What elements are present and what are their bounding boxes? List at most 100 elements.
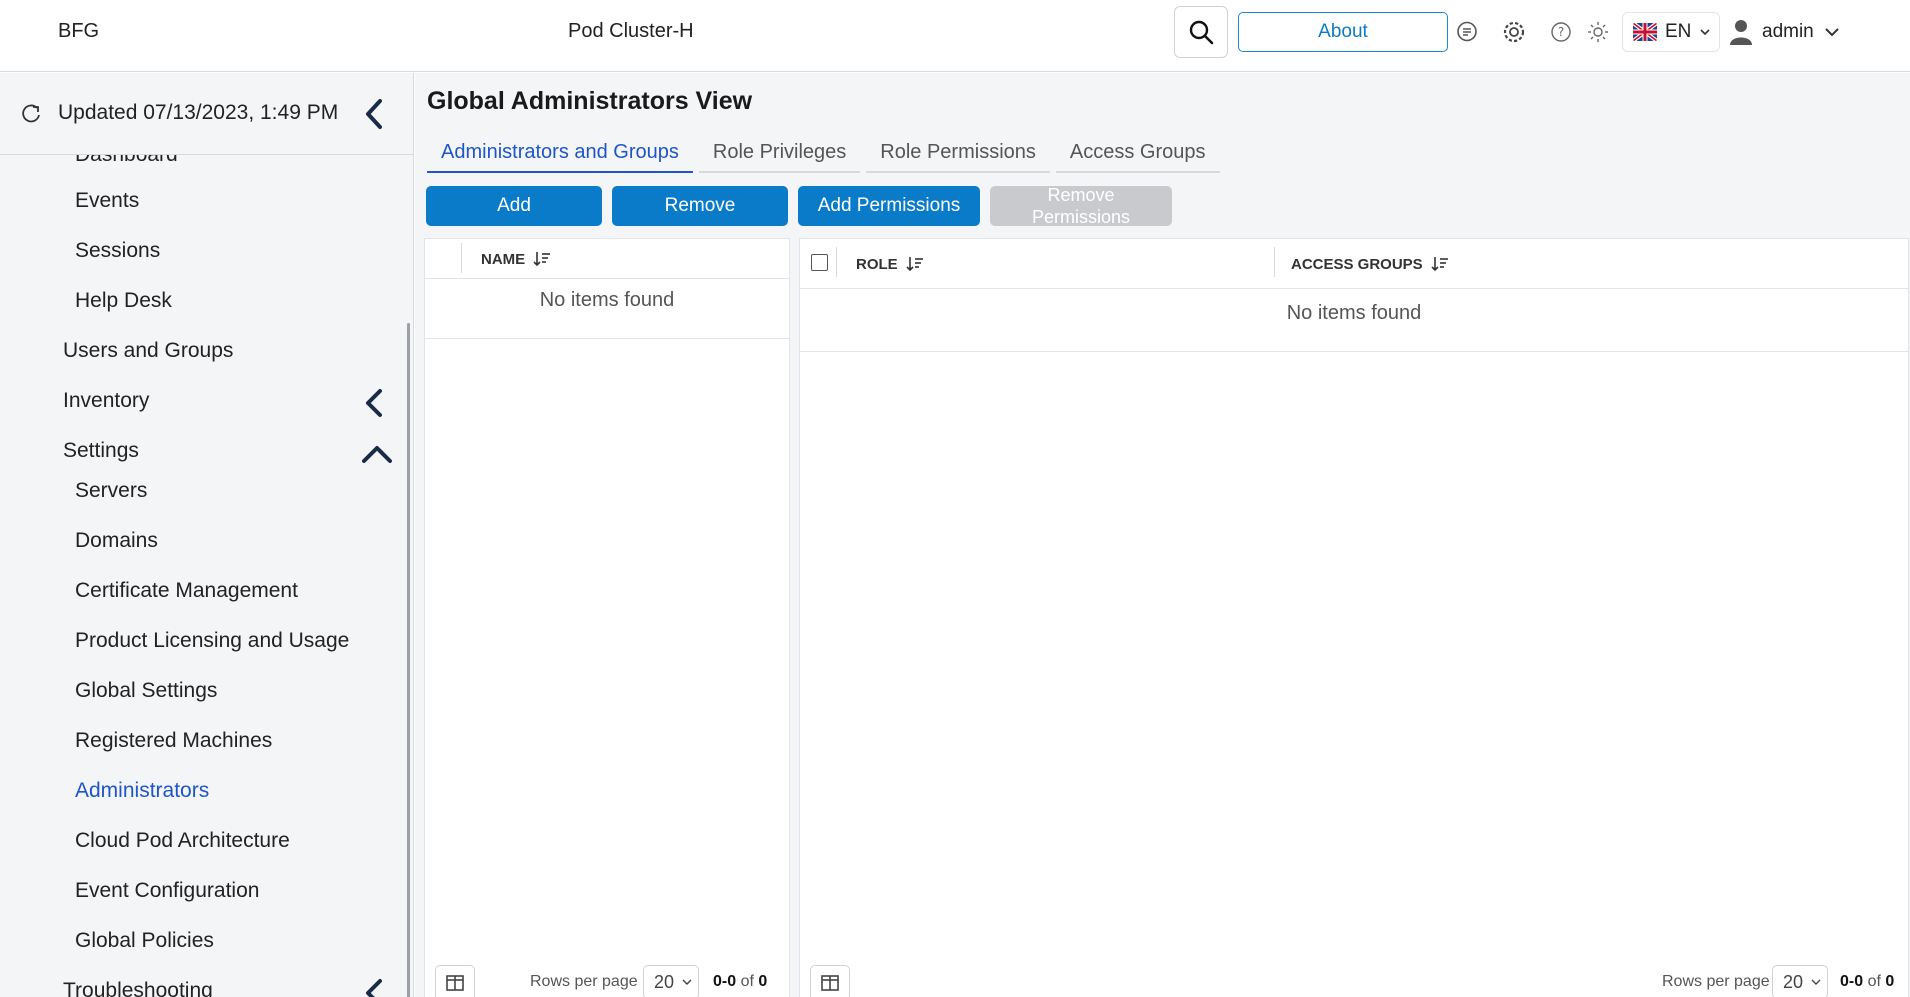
rows-per-page-value: 20 [654, 971, 675, 992]
rows-per-page-select[interactable]: 20 [1772, 965, 1828, 997]
sidebar-item-registered-machines[interactable]: Registered Machines [0, 719, 408, 763]
chevron-down-icon [1811, 979, 1821, 985]
column-header-access-groups[interactable]: ACCESS GROUPS [1291, 239, 1449, 289]
sun-icon [1588, 22, 1608, 42]
chevron-left-icon [366, 99, 382, 129]
add-button[interactable]: Add [426, 186, 602, 226]
language-selector[interactable]: EN [1622, 12, 1720, 52]
row-divider [800, 351, 1908, 352]
main-content: Global Administrators View Administrator… [415, 73, 1910, 997]
cluster-name: Pod Cluster-H [568, 20, 694, 42]
search-button[interactable] [1174, 6, 1228, 58]
sidebar-item-administrators[interactable]: Administrators [0, 769, 408, 813]
language-label: EN [1665, 21, 1692, 42]
of-label: of [1867, 973, 1881, 990]
page-title: Global Administrators View [427, 87, 753, 115]
chevron-left-icon [360, 977, 388, 997]
table-header: NAME [425, 239, 789, 279]
sidebar-item-inventory[interactable]: Inventory [0, 379, 408, 423]
about-button[interactable]: About [1238, 12, 1448, 52]
help-button[interactable]: ? [1547, 18, 1575, 46]
sidebar-item-troubleshooting[interactable]: Troubleshooting [0, 969, 408, 997]
rows-per-page-select[interactable]: 20 [643, 965, 699, 997]
tab-administrators-and-groups[interactable]: Administrators and Groups [427, 133, 693, 173]
column-divider [461, 243, 462, 273]
remove-button[interactable]: Remove [612, 186, 788, 226]
pagination-range: 0-0 of 0 [1840, 973, 1894, 991]
columns-icon [821, 975, 839, 991]
chat-button[interactable] [1453, 18, 1481, 46]
sidebar-item-event-configuration[interactable]: Event Configuration [0, 869, 408, 913]
tab-access-groups[interactable]: Access Groups [1055, 133, 1220, 173]
sidebar-item-cloud-pod-architecture[interactable]: Cloud Pod Architecture [0, 819, 408, 863]
chevron-left-icon [360, 387, 388, 425]
remove-permissions-button[interactable]: Remove Permissions [990, 185, 1172, 227]
sidebar-item-events[interactable]: Events [0, 179, 408, 223]
user-menu[interactable]: admin [1730, 12, 1840, 52]
sidebar-item-servers[interactable]: Servers [0, 469, 408, 513]
pagination-range: 0-0 of 0 [713, 973, 767, 991]
sort-icon [533, 252, 551, 267]
search-icon [1189, 20, 1214, 45]
rows-per-page-label: Rows per page [530, 973, 638, 990]
sidebar-item-domains[interactable]: Domains [0, 519, 408, 563]
settings-button[interactable] [1500, 18, 1528, 46]
svg-text:?: ? [1558, 25, 1564, 39]
total-value: 0 [1885, 973, 1895, 990]
sidebar-item-settings[interactable]: Settings [0, 429, 408, 473]
rows-per-page-label: Rows per page [1662, 973, 1770, 990]
table-header: ROLE ACCESS GROUPS [800, 239, 1908, 289]
sidebar-item-sessions[interactable]: Sessions [0, 229, 408, 273]
updated-bar: Updated 07/13/2023, 1:49 PM [0, 73, 413, 155]
range-value: 0-0 [1840, 973, 1864, 990]
user-name: admin [1762, 21, 1814, 42]
remove-permissions-label-line1: Remove [1047, 185, 1115, 205]
column-header-name[interactable]: NAME [481, 239, 551, 279]
column-label: ROLE [856, 255, 898, 273]
gear-icon [1503, 21, 1525, 43]
administrators-table: NAME No items found Rows per page 20 0-0… [424, 238, 790, 997]
columns-icon [446, 975, 464, 991]
table-footer: Rows per page 20 0-0 of 0 [425, 957, 789, 997]
column-toggle-button[interactable] [435, 965, 475, 997]
of-label: of [740, 973, 754, 990]
top-header: BFG Pod Cluster-H About ? EN admin [0, 0, 1910, 72]
column-header-role[interactable]: ROLE [856, 239, 924, 289]
sidebar: Updated 07/13/2023, 1:49 PM Dashboard Ev… [0, 73, 414, 997]
sidebar-item-global-policies[interactable]: Global Policies [0, 919, 408, 963]
range-value: 0-0 [713, 973, 737, 990]
brand-label: BFG [58, 20, 100, 42]
tab-role-permissions[interactable]: Role Permissions [866, 133, 1050, 173]
column-toggle-button[interactable] [810, 965, 850, 997]
updated-timestamp: Updated 07/13/2023, 1:49 PM [58, 101, 339, 124]
help-icon: ? [1551, 22, 1571, 42]
theme-toggle[interactable] [1584, 18, 1612, 46]
column-label: ACCESS GROUPS [1291, 255, 1423, 273]
rows-per-page-value: 20 [1783, 971, 1804, 992]
tab-bar: Administrators and Groups Role Privilege… [427, 133, 1226, 173]
user-icon [1730, 20, 1752, 45]
tab-role-privileges[interactable]: Role Privileges [698, 133, 861, 173]
empty-message: No items found [539, 289, 675, 311]
sidebar-item-users-and-groups[interactable]: Users and Groups [0, 329, 408, 373]
add-permissions-button[interactable]: Add Permissions [798, 186, 980, 226]
sidebar-item-certificate-management[interactable]: Certificate Management [0, 569, 408, 613]
chevron-down-icon [682, 979, 692, 985]
select-all-checkbox[interactable] [811, 254, 828, 271]
uk-flag-icon [1633, 23, 1657, 41]
row-divider [425, 338, 789, 339]
remove-permissions-label-line2: Permissions [1031, 207, 1131, 227]
sidebar-collapse-button[interactable] [360, 97, 388, 136]
total-value: 0 [758, 973, 768, 990]
sidebar-item-product-licensing[interactable]: Product Licensing and Usage [0, 619, 408, 663]
empty-message: No items found [1286, 302, 1422, 324]
refresh-icon[interactable] [20, 103, 42, 130]
sidebar-item-global-settings[interactable]: Global Settings [0, 669, 408, 713]
sidebar-item-help-desk[interactable]: Help Desk [0, 279, 408, 323]
column-divider [1274, 247, 1275, 277]
sort-icon [1431, 257, 1448, 272]
table-footer: Rows per page 20 0-0 of 0 [800, 957, 1908, 997]
column-label: NAME [481, 250, 526, 268]
sidebar-scrollbar[interactable] [407, 323, 410, 997]
roles-table: ROLE ACCESS GROUPS No items found Rows p… [799, 238, 1909, 997]
